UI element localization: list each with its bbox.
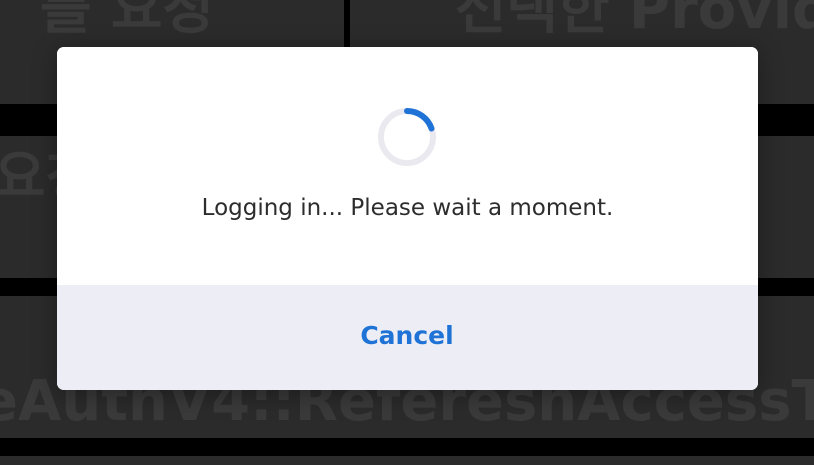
- status-message: Logging in... Please wait a moment.: [201, 195, 614, 221]
- cancel-button[interactable]: Cancel: [327, 307, 487, 363]
- background-text: 를 요청: [40, 0, 215, 42]
- login-dialog: Logging in... Please wait a moment. Canc…: [57, 47, 758, 390]
- background-tile: [0, 456, 814, 465]
- dialog-footer: Cancel: [57, 285, 758, 390]
- loading-spinner-icon: [378, 108, 436, 166]
- background-text: 선택한 Provide: [455, 0, 814, 42]
- dialog-body: Logging in... Please wait a moment.: [57, 47, 758, 285]
- spinner-arc: [404, 108, 435, 132]
